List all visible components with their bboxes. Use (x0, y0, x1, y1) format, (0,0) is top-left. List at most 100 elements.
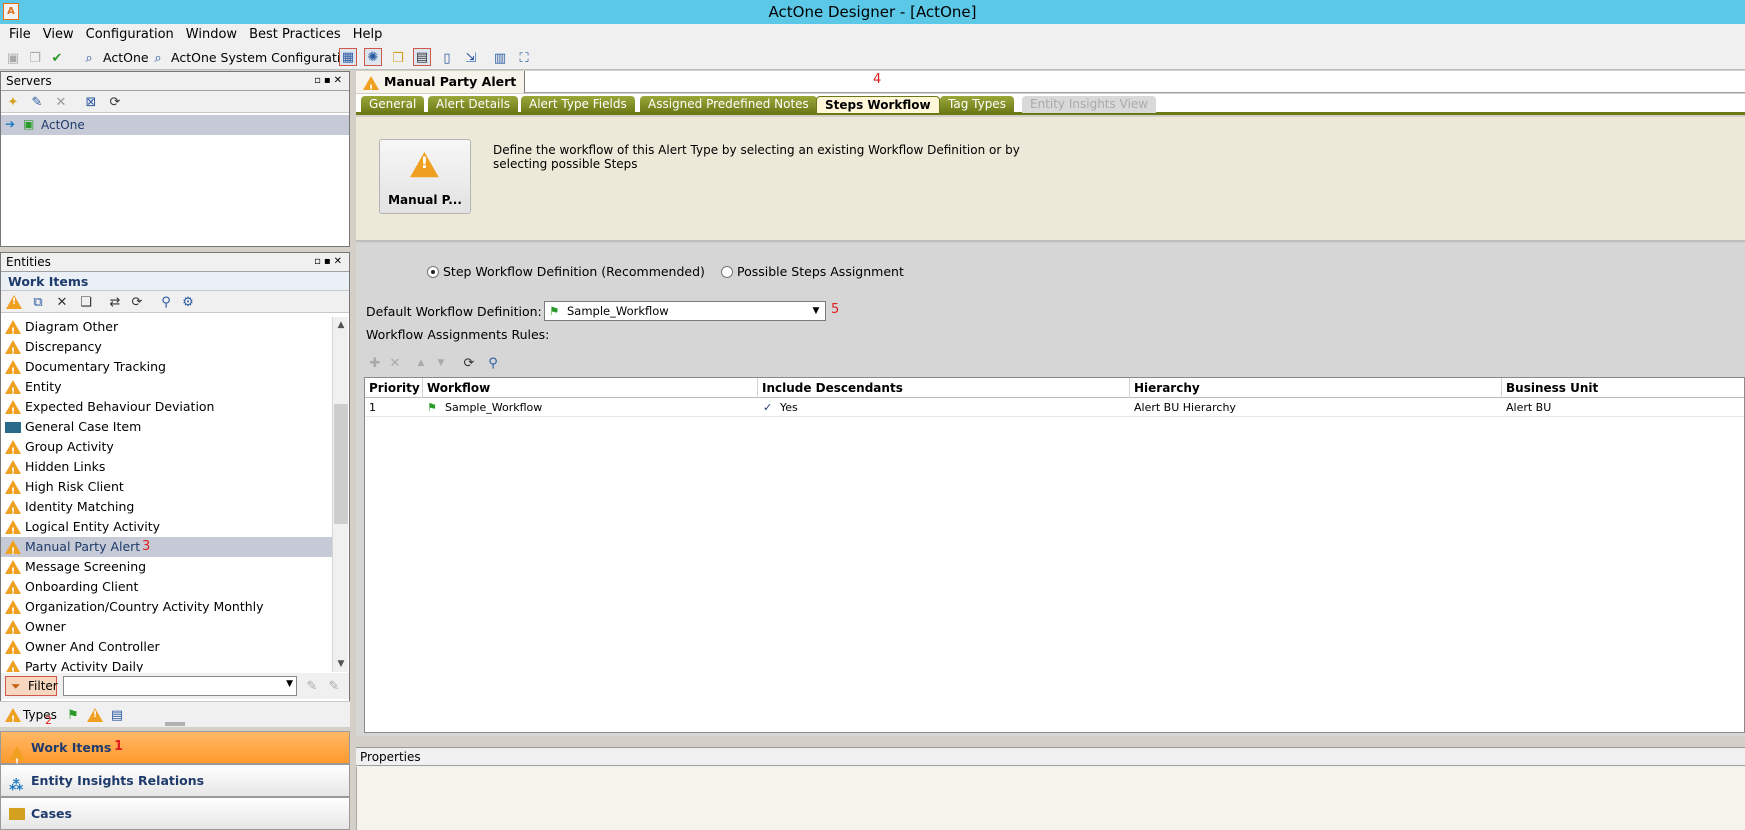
list-item[interactable]: Organization/Country Activity Monthly (1, 597, 333, 622)
move-down-icon[interactable]: ▼ (432, 354, 450, 372)
list-item[interactable]: Onboarding Client (1, 577, 333, 602)
actone-link[interactable]: ActOne (103, 45, 149, 70)
filter-apply-icon[interactable]: ✎ (303, 677, 321, 695)
warning-icon (5, 540, 21, 562)
list-item[interactable]: Owner And Controller (1, 637, 333, 662)
tab-alert-type-fields[interactable]: Alert Type Fields (521, 96, 635, 113)
copy-icon[interactable]: ❏ (77, 293, 95, 311)
menu-file[interactable]: File (3, 24, 37, 45)
workflow-icon[interactable]: ⚑ (64, 706, 82, 724)
default-workflow-dropdown[interactable]: ⚑ Sample_Workflow ▼ (544, 301, 826, 321)
list-item[interactable]: High Risk Client (1, 477, 333, 502)
refresh-icon[interactable]: ⟳ (106, 93, 124, 111)
list-item[interactable]: General Case Item (1, 417, 333, 437)
save-all-icon[interactable]: ❐ (26, 49, 44, 67)
filter-dropdown[interactable]: ▼ (63, 676, 297, 696)
list-view-icon[interactable]: ▤ (108, 706, 126, 724)
find-icon[interactable]: ⚲ (157, 293, 175, 311)
list-item[interactable]: Expected Behaviour Deviation (1, 397, 333, 422)
list-item[interactable]: Identity Matching (1, 497, 333, 522)
panel-window-controls[interactable]: ▫▪✕ (314, 72, 345, 90)
list-item[interactable]: Diagram Other (1, 317, 333, 342)
edit-server-icon[interactable]: ✎ (28, 93, 46, 111)
radio-selected-icon (427, 266, 439, 278)
column-header[interactable]: Workflow (423, 378, 758, 398)
find-icon[interactable]: ⚲ (484, 354, 502, 372)
panel-window-controls[interactable]: ▫▪✕ (314, 253, 345, 271)
delete-server-icon[interactable]: ✕ (52, 93, 70, 111)
alert-type-card[interactable]: Manual P... (379, 139, 471, 214)
tab-steps-workflow[interactable]: Steps Workflow (816, 96, 940, 113)
expand-icon[interactable]: ⛶ (515, 49, 533, 67)
scroll-down-icon[interactable]: ▼ (333, 656, 349, 672)
entities-panel-title: Entities (6, 255, 51, 269)
tab-general[interactable]: General (361, 96, 425, 113)
tab-alert-details[interactable]: Alert Details (428, 96, 518, 113)
column-header[interactable]: Priority (365, 378, 423, 398)
menu-window[interactable]: Window (180, 24, 243, 45)
column-icon[interactable]: ▯ (438, 49, 456, 67)
step-workflow-radio[interactable]: Step Workflow Definition (Recommended) (427, 264, 705, 280)
scroll-up-icon[interactable]: ▲ (333, 317, 349, 333)
tab-tag-types[interactable]: Tag Types (940, 96, 1014, 113)
folder-gear-icon[interactable]: ❒ (389, 49, 407, 67)
atom-icon[interactable]: ✺ (364, 48, 382, 66)
designer-view-icon[interactable]: ▦ (339, 48, 357, 66)
sync-icon[interactable]: ⇄ (106, 293, 124, 311)
nav-entity-insights-relations[interactable]: ⁂ Entity Insights Relations (0, 764, 350, 797)
system-configuration-link[interactable]: ActOne System Configuration (171, 45, 356, 70)
layout-icon[interactable]: ▥ (491, 49, 509, 67)
list-item[interactable]: Owner (1, 617, 333, 642)
table-row[interactable]: 1 ⚑ Sample_Workflow ✓ Yes Alert BU Hiera… (365, 399, 1744, 417)
column-header[interactable]: Include Descendants (758, 378, 1130, 398)
search-icon[interactable]: ⌕ (80, 49, 98, 67)
servers-toolbar: ✦ ✎ ✕ ⊠ ⟳ (1, 91, 349, 113)
system-search-icon[interactable]: ⌕ (149, 49, 167, 67)
tab-assigned-predefined-notes[interactable]: Assigned Predefined Notes (640, 96, 817, 113)
scroll-thumb[interactable] (334, 404, 348, 524)
disconnect-icon[interactable]: ⊠ (82, 93, 100, 111)
check-icon[interactable]: ✔ (48, 49, 66, 67)
list-item-selected[interactable]: Manual Party Alert3 (1, 537, 333, 562)
menu-view[interactable]: View (37, 24, 80, 45)
nav-work-items[interactable]: Work Items 1 (0, 731, 350, 779)
menu-help[interactable]: Help (347, 24, 389, 45)
list-item[interactable]: Party Activity Daily (1, 657, 333, 672)
new-server-icon[interactable]: ✦ (4, 93, 22, 111)
settings-icon[interactable]: ⚙ (179, 293, 197, 311)
server-item[interactable]: ➔ ▣ ActOne (1, 115, 349, 135)
refresh-icon[interactable]: ⟳ (460, 354, 478, 372)
list-item[interactable]: Discrepancy (1, 337, 333, 362)
folder-icon (5, 422, 21, 433)
list-item[interactable]: Message Screening (1, 557, 333, 582)
alert-type-icon[interactable] (86, 706, 104, 724)
possible-steps-radio[interactable]: Possible Steps Assignment (721, 264, 904, 280)
filter-clear-icon[interactable]: ✎ (325, 677, 343, 695)
delete-icon[interactable]: ✕ (53, 293, 71, 311)
entity-list-scrollbar[interactable]: ▲ ▼ (332, 317, 348, 672)
delete-rule-icon[interactable]: ✕ (386, 354, 404, 372)
new-alert-type-icon[interactable] (5, 293, 23, 311)
column-header[interactable]: Hierarchy (1130, 378, 1502, 398)
radio-unselected-icon (721, 266, 733, 278)
nav-cases[interactable]: Cases (0, 797, 350, 830)
list-item[interactable]: Entity (1, 377, 333, 402)
menu-configuration[interactable]: Configuration (80, 24, 180, 45)
export-icon[interactable]: ⇲ (462, 49, 480, 67)
warning-icon (5, 480, 21, 502)
window-layout-icon[interactable]: ▤ (413, 48, 431, 66)
duplicate-icon[interactable]: ⧉ (29, 293, 47, 311)
add-rule-icon[interactable]: ✚ (366, 354, 384, 372)
column-header[interactable]: Business Unit (1502, 378, 1745, 398)
save-icon[interactable]: ▣ (4, 49, 22, 67)
refresh-icon[interactable]: ⟳ (128, 293, 146, 311)
move-up-icon[interactable]: ▲ (412, 354, 430, 372)
list-item[interactable]: Logical Entity Activity (1, 517, 333, 542)
list-item[interactable]: Documentary Tracking (1, 357, 333, 382)
document-tab[interactable]: Manual Party Alert (356, 71, 526, 100)
list-item[interactable]: Group Activity (1, 437, 333, 462)
list-item[interactable]: Hidden Links (1, 457, 333, 482)
splitter-handle[interactable] (165, 722, 185, 726)
menu-best-practices[interactable]: Best Practices (243, 24, 347, 45)
filter-button[interactable]: ⏷ Filter (5, 676, 58, 696)
